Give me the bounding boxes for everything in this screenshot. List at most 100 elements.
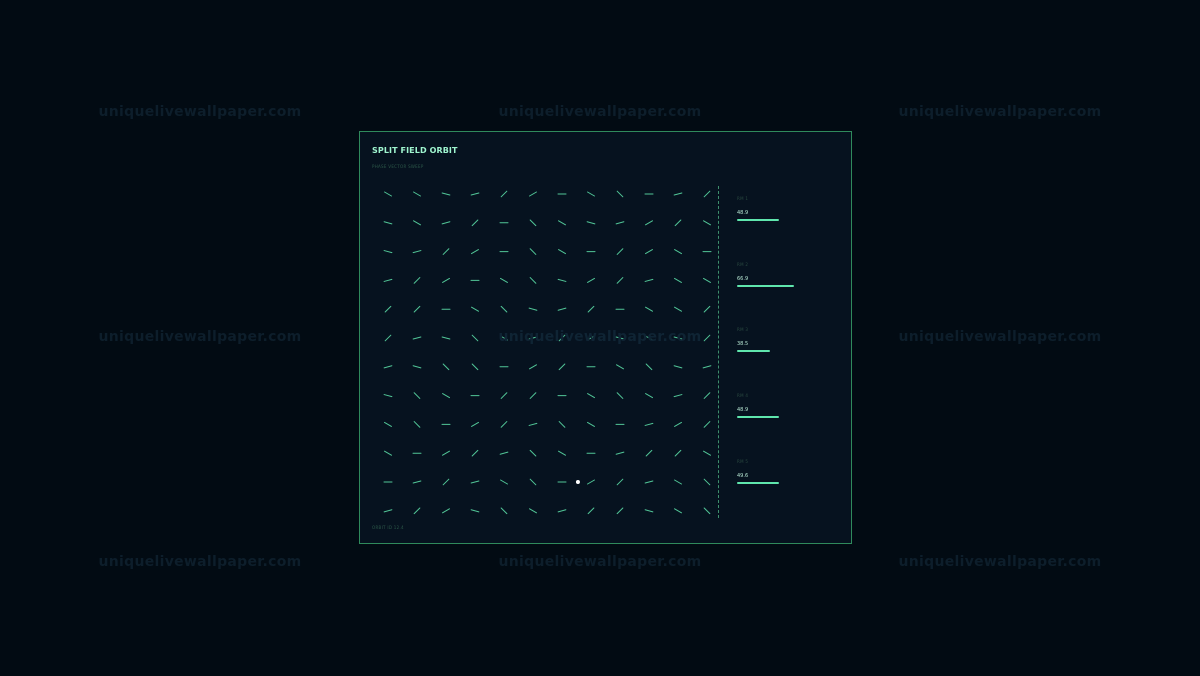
field-vector xyxy=(587,421,595,427)
field-vector xyxy=(703,421,711,428)
field-vector xyxy=(471,449,479,457)
field-vector xyxy=(413,191,421,197)
field-vector xyxy=(674,277,682,283)
field-vector xyxy=(558,220,566,226)
field-vector xyxy=(529,277,537,284)
metric-item: RM 4 48.9 xyxy=(737,393,837,418)
field-vector xyxy=(644,480,654,484)
field-vector xyxy=(529,364,537,370)
field-vector xyxy=(615,451,625,455)
field-vector xyxy=(674,479,682,485)
field-vector xyxy=(470,192,480,196)
field-vector xyxy=(616,277,624,284)
field-vector xyxy=(528,422,538,426)
field-vector xyxy=(529,248,537,255)
field-vector xyxy=(674,249,682,255)
field-vector xyxy=(442,478,450,486)
field-vector xyxy=(384,305,392,313)
field-vector xyxy=(442,450,450,456)
field-vector xyxy=(644,278,654,282)
field-vector xyxy=(413,421,421,428)
watermark-text: uniquelivewallpaper.com xyxy=(498,554,702,570)
field-vector xyxy=(499,451,509,455)
field-vector xyxy=(616,507,624,515)
field-vector xyxy=(441,336,451,340)
field-vector xyxy=(703,190,711,198)
field-vector xyxy=(587,507,595,515)
field-vector xyxy=(500,421,508,428)
field-vector xyxy=(529,191,537,197)
field-vector xyxy=(587,393,595,399)
field-vector xyxy=(644,422,654,426)
field-vector xyxy=(673,394,683,398)
metric-bar xyxy=(737,219,779,221)
field-vector xyxy=(412,250,422,254)
field-vector xyxy=(558,450,566,456)
field-vector xyxy=(383,250,393,254)
field-vector xyxy=(441,221,451,225)
metric-bar xyxy=(737,416,779,418)
metric-value: 38.5 xyxy=(737,341,749,347)
metric-bar xyxy=(737,482,780,484)
field-vector xyxy=(674,306,682,312)
field-vector xyxy=(383,394,393,398)
field-vector xyxy=(616,392,624,399)
field-vector xyxy=(413,220,421,226)
field-vector xyxy=(558,249,566,255)
field-vector xyxy=(644,509,654,513)
field-vector xyxy=(529,478,537,486)
field-vector xyxy=(529,508,537,514)
field-vector xyxy=(557,278,567,282)
watermark-text: uniquelivewallpaper.com xyxy=(98,329,302,345)
field-vector xyxy=(703,478,711,486)
field-vector xyxy=(442,248,450,255)
field-vector xyxy=(587,191,595,197)
metric-label: RM 4 xyxy=(737,393,749,398)
field-vector xyxy=(674,508,682,514)
field-vector xyxy=(500,507,508,515)
field-vector xyxy=(703,220,711,226)
field-vector xyxy=(703,450,711,456)
field-vector xyxy=(528,307,538,311)
field-divider xyxy=(718,186,719,518)
field-vector xyxy=(645,393,653,399)
field-vector xyxy=(674,449,682,457)
field-vector xyxy=(412,336,422,340)
field-vector xyxy=(500,305,508,313)
field-vector xyxy=(383,509,393,513)
field-vector xyxy=(702,365,712,369)
field-vector xyxy=(557,509,567,513)
watermark-text: uniquelivewallpaper.com xyxy=(898,329,1102,345)
metric-item: RM 2 66.9 xyxy=(737,262,837,287)
field-vector xyxy=(441,192,451,196)
field-vector xyxy=(383,221,393,225)
field-vector xyxy=(471,219,479,227)
metric-label: RM 5 xyxy=(737,459,749,464)
field-vector xyxy=(413,507,421,515)
metric-label: RM 3 xyxy=(737,327,749,332)
watermark-text: uniquelivewallpaper.com xyxy=(498,329,702,345)
field-vector xyxy=(557,307,567,311)
field-vector xyxy=(384,191,392,197)
field-vector xyxy=(383,365,393,369)
field-vector xyxy=(645,249,653,255)
field-vector xyxy=(500,479,508,485)
field-vector xyxy=(383,278,393,282)
field-vector xyxy=(471,249,479,255)
field-vector xyxy=(673,192,683,196)
field-vector xyxy=(384,450,392,456)
metric-value: 48.9 xyxy=(737,407,749,413)
metric-value: 49.6 xyxy=(737,473,749,479)
metric-item: RM 3 38.5 xyxy=(737,327,837,352)
field-vector xyxy=(616,190,624,198)
field-vector xyxy=(703,507,711,515)
field-vector xyxy=(645,220,653,226)
field-vector xyxy=(558,363,566,371)
field-vector xyxy=(645,449,653,457)
field-vector xyxy=(470,509,480,513)
metric-label: RM 1 xyxy=(737,196,749,201)
metric-bar xyxy=(737,285,794,287)
field-vector xyxy=(413,277,421,284)
field-vector xyxy=(674,421,682,427)
field-vector xyxy=(413,305,421,313)
